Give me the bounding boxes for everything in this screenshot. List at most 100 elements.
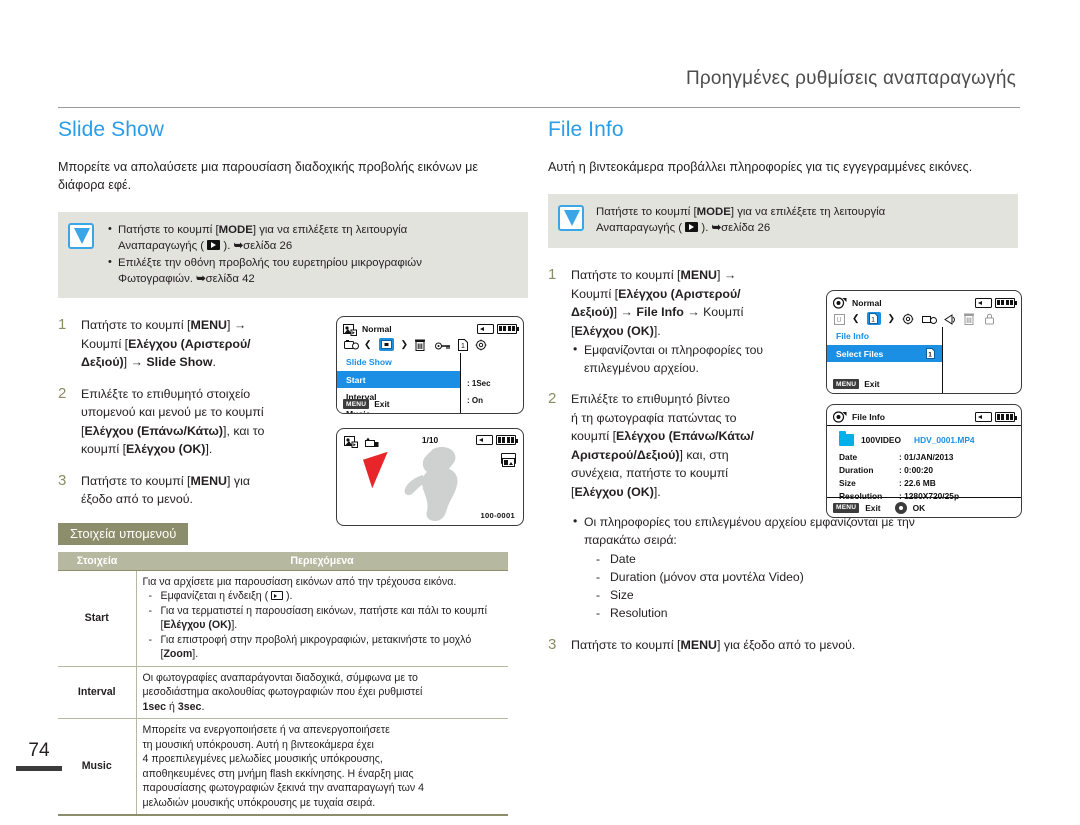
file-info-header: 100VIDEO HDV_0001.MP4	[839, 431, 1011, 446]
left-step-3-number: 3	[58, 471, 67, 489]
preview-mode-icon	[344, 435, 358, 453]
tab-left-arrow-icon[interactable]: ❮	[852, 313, 860, 323]
left-step-3-text: Πατήστε το κουμπί [MENU] για έξοδο από τ…	[81, 473, 250, 507]
red-pointer-cursor	[363, 451, 397, 489]
right-step-2-number: 2	[548, 390, 557, 407]
right-note-item-1: Πατήστε το κουμπί [MODE] για να επιλέξετ…	[596, 206, 886, 234]
right-step-3: 3 Πατήστε το κουμπί [MENU] για έξοδο από…	[548, 636, 1018, 655]
share-tab-icon[interactable]	[944, 312, 957, 325]
lcd-file-info-menu: Normal U ❮ 1 ❯ File Info Select Files 1 …	[826, 290, 1022, 394]
battery-icon	[496, 435, 518, 445]
preview-counter: 1/10	[421, 435, 439, 445]
menu-button-badge[interactable]: MENU	[343, 399, 370, 409]
delete-tab-icon[interactable]	[415, 338, 428, 351]
left-intro-text: Μπορείτε να απολαύσετε μια παρουσίαση δι…	[58, 160, 478, 192]
table-header-row: Στοιχεία Περιεχόμενα	[58, 551, 508, 571]
right-step-2-dash-list: Date Duration (μόνον στα μοντέλα Video) …	[594, 550, 1018, 622]
thumbnail-tab-icon[interactable]: U	[834, 312, 845, 325]
lcd-slide-show-menu: Normal ❮ ❯ 1 Slide Show Start Interval M…	[336, 316, 524, 414]
lcd-mode-label: Normal	[362, 323, 392, 334]
battery-icon	[497, 323, 519, 334]
menu-button-badge[interactable]: MENU	[833, 379, 860, 389]
ok-label: OK	[912, 502, 926, 513]
lcd-value-interval: : 1Sec	[467, 379, 491, 388]
lcd-menu-item-select-files[interactable]: Select Files 1	[827, 345, 942, 362]
menu-button-badge[interactable]: MENU	[833, 502, 860, 513]
table-cell-item-interval: Interval	[58, 666, 137, 719]
page-number-rule	[16, 766, 62, 771]
lcd-file-info-title: File Info	[852, 412, 885, 422]
lcd-menu-item-select-files-label: Select Files	[836, 348, 884, 359]
menu-exit-label: Exit	[865, 502, 881, 513]
settings-gear-tab-icon[interactable]	[902, 312, 915, 325]
file-info-tab-icon-selected[interactable]: 1	[866, 311, 881, 325]
lcd-status-icons	[477, 323, 519, 334]
lcd-status-icons	[975, 412, 1017, 422]
table-cell-contents-interval: Οι φωτογραφίες αναπαράγονται διαδοχικά, …	[136, 666, 508, 719]
row-start-dash-list: Εμφανίζεται η ένδειξη ( ). Για να τερματ…	[143, 589, 503, 662]
preview-photo-silhouette	[404, 447, 458, 521]
file-info-tab-icon[interactable]: 1	[458, 338, 469, 351]
preview-status-icons	[476, 435, 518, 445]
slideshow-tab-icon-selected[interactable]	[378, 337, 394, 351]
edit-tab-icon[interactable]	[922, 312, 938, 324]
menu-exit-label: Exit	[864, 379, 880, 389]
tab-right-arrow-icon[interactable]: ❯	[888, 313, 896, 323]
lcd-file-info-titlebar: File Info	[827, 405, 1021, 426]
lcd-menu-item-start[interactable]: Start	[337, 371, 460, 388]
slideshow-running-icon	[365, 436, 379, 454]
lock-tab-icon[interactable]	[984, 312, 997, 325]
row-start-dash-1: Εμφανίζεται η ένδειξη ( ).	[143, 589, 503, 604]
right-step-1-bullets: Εμφανίζονται οι πληροφορίες τουεπιλεγμέν…	[571, 341, 763, 377]
lcd-exit-row[interactable]: MENU Exit	[343, 399, 390, 409]
row-start-lead: Για να αρχίσετε μια παρουσίαση εικόνων α…	[142, 575, 457, 588]
lcd-file-info-footer: MENU Exit OK	[827, 497, 1021, 517]
table-row: Start Για να αρχίσετε μια παρουσίαση εικ…	[58, 570, 508, 667]
svg-text:1: 1	[871, 316, 875, 323]
memory-card-icon	[975, 297, 992, 308]
svg-text:1: 1	[928, 351, 932, 358]
table-header-contents: Περιεχόμενα	[136, 551, 508, 571]
lcd-file-info-body: 100VIDEO HDV_0001.MP4 Date : 01/JAN/2013…	[827, 426, 1021, 503]
battery-icon	[995, 412, 1017, 422]
ok-button-icon[interactable]	[894, 501, 907, 514]
table-cell-item-start: Start	[58, 570, 137, 667]
lcd-tab-row: U ❮ 1 ❯	[827, 310, 1021, 327]
right-step-2-text: Επιλέξτε το επιθυμητό βίντεο ή τη φωτογρ…	[571, 392, 754, 499]
page-number-block: 74	[16, 740, 62, 771]
lcd-menu-title: File Info	[836, 331, 869, 341]
photo-mode-side-icon	[501, 453, 516, 467]
tab-left-arrow-icon[interactable]: ❮	[364, 339, 372, 349]
row-start-dash-2: Για να τερματιστεί η παρουσίαση εικόνων,…	[143, 604, 503, 633]
lcd-exit-row[interactable]: MENU Exit	[833, 379, 880, 389]
right-step-1-text: Πατήστε το κουμπί [MENU] → Κουμπί [Ελέγχ…	[571, 266, 763, 377]
page-title: Προηγμένες ρυθμίσεις αναπαραγωγής	[685, 68, 1016, 89]
svg-text:1: 1	[461, 343, 465, 350]
lcd-topbar: Normal	[337, 317, 523, 336]
delete-tab-icon[interactable]	[964, 312, 977, 325]
right-info-field-date: Date	[594, 550, 1018, 568]
file-info-label-date: Date	[839, 452, 858, 462]
protect-key-tab-icon[interactable]	[435, 338, 451, 350]
file-info-row-duration: Duration : 0:00:20	[839, 464, 1011, 477]
right-info-field-duration: Duration (μόνον στα μοντέλα Video)	[594, 568, 1018, 586]
playback-icon	[685, 222, 699, 232]
section-title-file-info: File Info	[548, 118, 624, 141]
file-info-label-duration: Duration	[839, 465, 874, 475]
play-tab-icon	[344, 338, 359, 350]
memory-card-icon	[476, 435, 493, 445]
lcd-status-icons	[975, 297, 1017, 308]
file-info-value-size: : 22.6 MB	[899, 478, 936, 488]
tab-right-arrow-icon[interactable]: ❯	[401, 339, 409, 349]
settings-gear-tab-icon[interactable]	[475, 338, 488, 351]
table-row: Interval Οι φωτογραφίες αναπαράγονται δι…	[58, 666, 508, 719]
right-step-1-number: 1	[548, 266, 557, 283]
section-title-slide-show: Slide Show	[58, 118, 165, 141]
table-row: Music Μπορείτε να ενεργοποιήσετε ή να απ…	[58, 718, 508, 816]
right-step-2-bullet-1: Οι πληροφορίες του επιλεγμένου αρχείου ε…	[571, 513, 1018, 622]
left-note-item-2: Επιλέξτε την οθόνη προβολής του ευρετηρί…	[106, 254, 518, 287]
left-submenu-section: Στοιχεία υπομενού Στοιχεία Περιεχόμενα S…	[58, 522, 528, 817]
menu-exit-label: Exit	[374, 399, 390, 409]
left-note-list: Πατήστε το κουμπί [MODE] για να επιλέξετ…	[106, 221, 518, 288]
left-step-1-number: 1	[58, 316, 67, 333]
